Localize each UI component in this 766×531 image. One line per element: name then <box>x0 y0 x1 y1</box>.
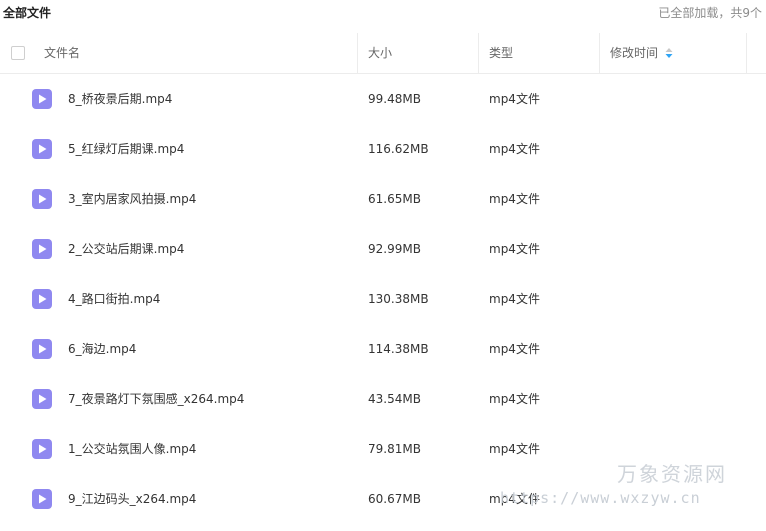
file-type: mp4文件 <box>489 342 540 356</box>
column-divider[interactable] <box>746 33 747 73</box>
file-name[interactable]: 1_公交站氛围人像.mp4 <box>68 424 196 474</box>
video-file-icon <box>32 489 52 509</box>
column-header-modified[interactable]: 修改时间 <box>610 33 673 73</box>
load-status: 已全部加载，共9个 <box>658 6 762 20</box>
column-header-size[interactable]: 大小 <box>368 33 392 73</box>
file-size: 60.67MB <box>368 492 421 506</box>
file-name[interactable]: 6_海边.mp4 <box>68 324 136 374</box>
file-type: mp4文件 <box>489 92 540 106</box>
file-row[interactable]: 8_桥夜景后期.mp4 99.48MB mp4文件 <box>0 74 766 124</box>
file-size: 130.38MB <box>368 292 429 306</box>
file-size: 92.99MB <box>368 242 421 256</box>
video-file-icon <box>32 189 52 209</box>
column-divider[interactable] <box>357 33 358 73</box>
video-file-icon <box>32 339 52 359</box>
file-size: 114.38MB <box>368 342 429 356</box>
video-file-icon <box>32 89 52 109</box>
file-row[interactable]: 3_室内居家风拍摄.mp4 61.65MB mp4文件 <box>0 174 766 224</box>
column-header-modified-label: 修改时间 <box>610 46 659 60</box>
file-name[interactable]: 7_夜景路灯下氛围感_x264.mp4 <box>68 374 244 424</box>
file-type: mp4文件 <box>489 142 540 156</box>
file-name[interactable]: 9_江边码头_x264.mp4 <box>68 474 196 524</box>
file-name[interactable]: 3_室内居家风拍摄.mp4 <box>68 174 196 224</box>
file-row[interactable]: 6_海边.mp4 114.38MB mp4文件 <box>0 324 766 374</box>
file-type: mp4文件 <box>489 292 540 306</box>
column-divider[interactable] <box>599 33 600 73</box>
file-type: mp4文件 <box>489 242 540 256</box>
file-size: 99.48MB <box>368 92 421 106</box>
page-title: 全部文件 <box>3 6 52 20</box>
file-name[interactable]: 4_路口街拍.mp4 <box>68 274 160 324</box>
file-row[interactable]: 4_路口街拍.mp4 130.38MB mp4文件 <box>0 274 766 324</box>
file-name[interactable]: 8_桥夜景后期.mp4 <box>68 74 172 124</box>
file-size: 79.81MB <box>368 442 421 456</box>
file-type: mp4文件 <box>489 392 540 406</box>
sort-icon[interactable] <box>665 47 673 59</box>
file-name[interactable]: 5_红绿灯后期课.mp4 <box>68 124 184 174</box>
file-row[interactable]: 5_红绿灯后期课.mp4 116.62MB mp4文件 <box>0 124 766 174</box>
watermark-url: https://www.wxzyw.cn <box>500 489 701 507</box>
video-file-icon <box>32 389 52 409</box>
select-all-checkbox[interactable] <box>11 46 25 60</box>
video-file-icon <box>32 289 52 309</box>
file-row[interactable]: 2_公交站后期课.mp4 92.99MB mp4文件 <box>0 224 766 274</box>
column-header-name[interactable]: 文件名 <box>44 33 80 73</box>
top-bar: 全部文件 已全部加载，共9个 <box>0 0 766 24</box>
file-size: 61.65MB <box>368 192 421 206</box>
file-list: 8_桥夜景后期.mp4 99.48MB mp4文件 5_红绿灯后期课.mp4 116.6… <box>0 74 766 524</box>
file-row[interactable]: 7_夜景路灯下氛围感_x264.mp4 43.54MB mp4文件 <box>0 374 766 424</box>
video-file-icon <box>32 139 52 159</box>
file-type: mp4文件 <box>489 442 540 456</box>
table-header: 文件名 大小 类型 修改时间 <box>0 33 766 74</box>
video-file-icon <box>32 239 52 259</box>
file-type: mp4文件 <box>489 192 540 206</box>
file-name[interactable]: 2_公交站后期课.mp4 <box>68 224 184 274</box>
column-divider[interactable] <box>478 33 479 73</box>
file-size: 43.54MB <box>368 392 421 406</box>
video-file-icon <box>32 439 52 459</box>
file-size: 116.62MB <box>368 142 429 156</box>
watermark-text: 万象资源网 <box>617 462 727 486</box>
column-header-type[interactable]: 类型 <box>489 33 513 73</box>
